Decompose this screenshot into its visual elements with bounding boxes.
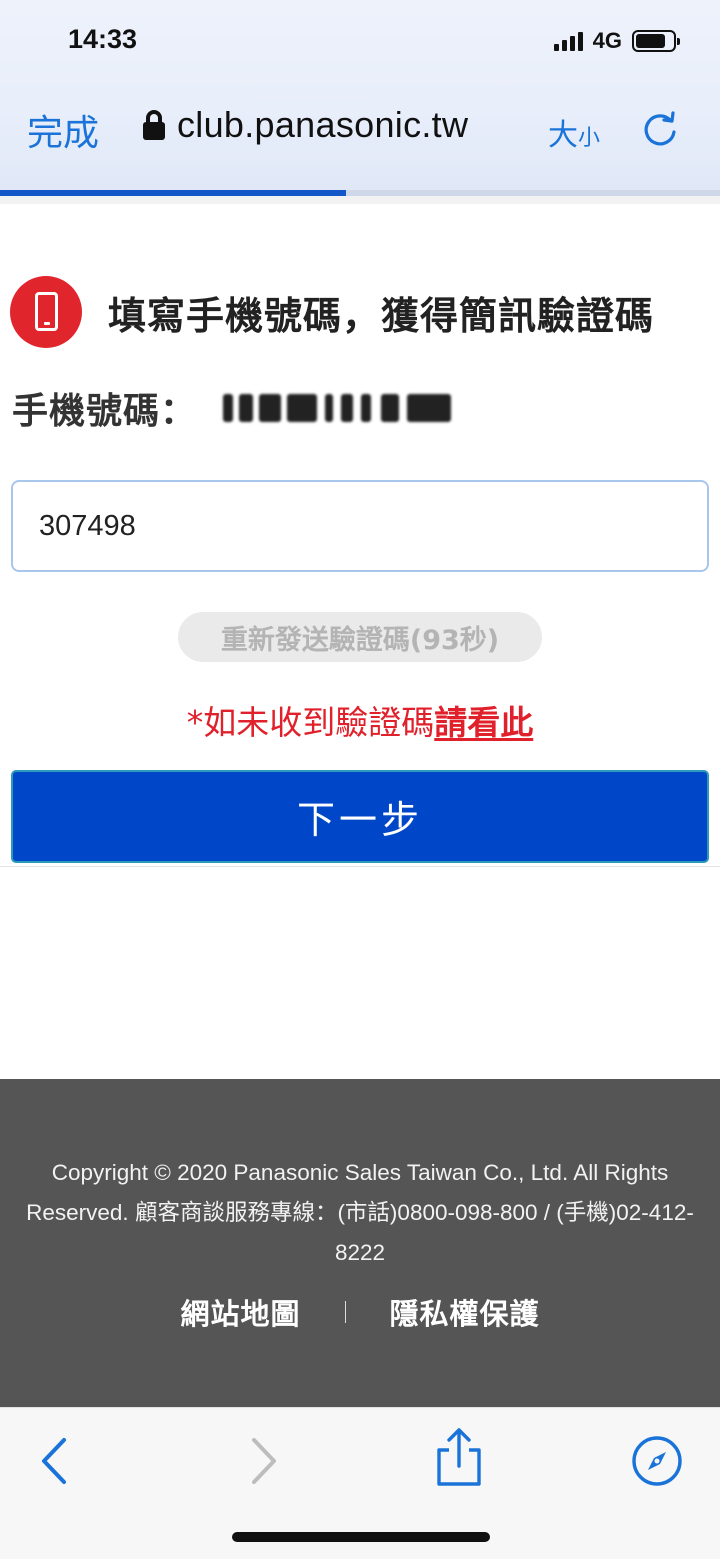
phone-number-redacted: [221, 388, 453, 428]
help-notice-text: *如未收到驗證碼: [186, 703, 435, 742]
footer-links: 網站地圖 隱私權保護: [0, 1291, 720, 1333]
resend-code-button[interactable]: 重新發送驗證碼(93秒): [178, 612, 542, 662]
sitemap-link[interactable]: 網站地圖: [180, 1291, 300, 1333]
done-button[interactable]: 完成: [27, 104, 99, 156]
browser-top-chrome: 14:33 4G 完成 club.panasonic.tw 大 小: [0, 0, 720, 200]
content-divider: [0, 866, 720, 867]
network-type: 4G: [592, 28, 622, 53]
form-header: 填寫手機號碼，獲得簡訊驗證碼: [10, 276, 654, 348]
phone-number-row: 手機號碼：: [12, 382, 453, 434]
status-indicators: 4G: [553, 28, 680, 54]
footer-separator: [344, 1301, 346, 1323]
next-step-button[interactable]: 下一步: [11, 770, 709, 863]
text-size-button[interactable]: 大 小: [548, 110, 600, 154]
address-bar[interactable]: club.panasonic.tw: [143, 104, 468, 146]
text-size-big: 大: [548, 118, 578, 153]
signal-icon: [553, 31, 583, 51]
help-notice: *如未收到驗證碼請看此: [0, 696, 720, 744]
home-indicator: [232, 1532, 490, 1542]
page-title: 填寫手機號碼，獲得簡訊驗證碼: [108, 293, 655, 338]
status-time: 14:33: [68, 24, 138, 54]
mobile-phone-icon: [10, 276, 82, 348]
help-link[interactable]: 請看此: [434, 703, 533, 742]
page-top-edge: [0, 196, 720, 204]
site-footer: Copyright © 2020 Panasonic Sales Taiwan …: [0, 1079, 720, 1407]
copyright-text: Copyright © 2020 Panasonic Sales Taiwan …: [26, 1160, 694, 1265]
text-size-small: 小: [578, 126, 601, 151]
compass-icon[interactable]: [630, 1434, 684, 1488]
forward-icon[interactable]: [236, 1434, 290, 1488]
privacy-link[interactable]: 隱私權保護: [390, 1291, 540, 1333]
lock-icon: [143, 110, 165, 140]
reload-icon[interactable]: [640, 108, 680, 148]
share-icon[interactable]: [432, 1426, 486, 1488]
battery-icon: [632, 30, 680, 52]
phone-number-label: 手機號碼：: [12, 391, 198, 432]
url-text: club.panasonic.tw: [177, 104, 469, 145]
verification-code-input[interactable]: [11, 480, 709, 572]
back-icon[interactable]: [28, 1434, 82, 1488]
